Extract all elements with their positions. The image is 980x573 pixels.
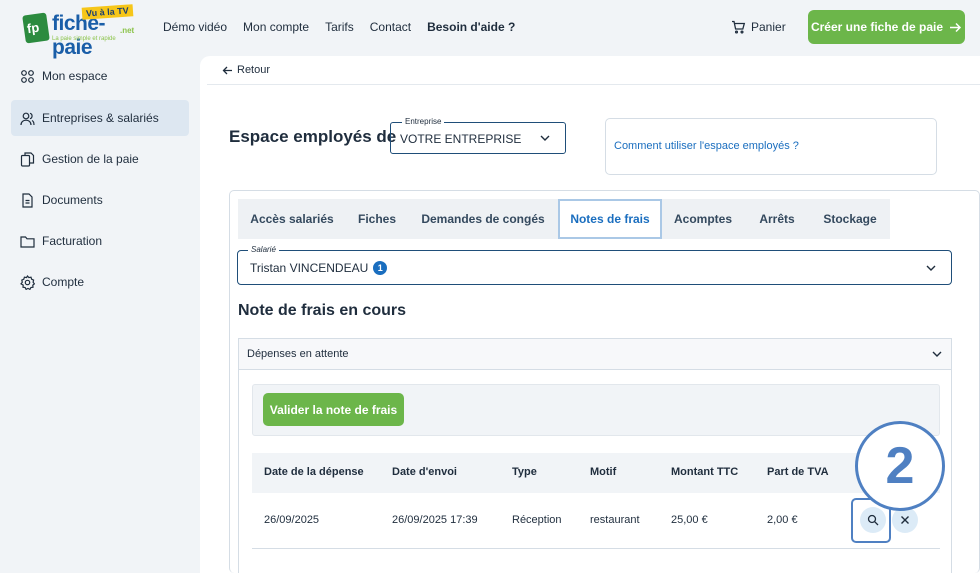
fiche-paie-logo[interactable]: fp fiche-paie Vu à la TV .net La paie si… bbox=[22, 4, 142, 59]
cell-date-envoi: 26/09/2025 17:39 bbox=[392, 514, 478, 526]
tab-bar: Accès salariés Fiches Demandes de congés… bbox=[238, 199, 890, 239]
sidebar-item-label: Mon espace bbox=[42, 69, 108, 83]
help-link[interactable]: Comment utiliser l'espace employés ? bbox=[614, 140, 799, 152]
logo-tagline: La paie simple et rapide bbox=[52, 36, 116, 42]
sidebar-item-gestion-paie[interactable]: Gestion de la paie bbox=[11, 141, 189, 177]
back-link[interactable]: Retour bbox=[222, 64, 270, 76]
chevron-down-icon bbox=[932, 351, 942, 357]
sidebar-item-facturation[interactable]: Facturation bbox=[11, 223, 189, 259]
grid-icon bbox=[21, 69, 34, 83]
col-part-tva: Part de TVA bbox=[767, 466, 829, 478]
folder-icon bbox=[20, 235, 35, 248]
users-icon bbox=[20, 112, 35, 125]
enterprise-select-label: Entreprise bbox=[402, 117, 445, 126]
col-type: Type bbox=[512, 466, 537, 478]
chevron-down-icon bbox=[540, 135, 550, 141]
help-box: Comment utiliser l'espace employés ? bbox=[605, 118, 937, 175]
create-payslip-button[interactable]: Créer une fiche de paie bbox=[808, 10, 965, 44]
logo-net-text: .net bbox=[120, 26, 135, 35]
sidebar: Mon espace Entreprises & salariés Gestio… bbox=[0, 56, 200, 573]
create-payslip-label: Créer une fiche de paie bbox=[810, 20, 944, 34]
sidebar-item-label: Compte bbox=[42, 275, 85, 289]
sidebar-item-label: Facturation bbox=[42, 234, 103, 248]
sidebar-item-label: Documents bbox=[42, 193, 103, 207]
gear-icon bbox=[20, 274, 35, 290]
enterprise-select-value: VOTRE ENTREPRISE bbox=[400, 132, 522, 146]
divider bbox=[207, 84, 980, 85]
sidebar-item-label: Entreprises & salariés bbox=[42, 111, 159, 125]
close-icon bbox=[901, 516, 909, 524]
sidebar-item-entreprises-salaries[interactable]: Entreprises & salariés bbox=[11, 100, 189, 136]
cell-part-tva: 2,00 € bbox=[767, 514, 798, 526]
cart-icon bbox=[732, 20, 746, 34]
employee-select-label: Salarié bbox=[248, 245, 279, 254]
validate-expense-button[interactable]: Valider la note de frais bbox=[263, 393, 404, 426]
sidebar-item-documents[interactable]: Documents bbox=[11, 182, 189, 218]
main-nav: Démo vidéo Mon compte Tarifs Contact Bes… bbox=[163, 20, 515, 34]
employee-count-badge: 1 bbox=[373, 261, 388, 275]
col-date-envoi: Date d'envoi bbox=[392, 466, 457, 478]
cell-date-depense: 26/09/2025 bbox=[264, 514, 320, 526]
sidebar-item-label: Gestion de la paie bbox=[42, 152, 139, 166]
cell-montant-ttc: 25,00 € bbox=[671, 514, 708, 526]
validate-box: Valider la note de frais bbox=[252, 384, 940, 436]
table-header: Date de la dépense Date d'envoi Type Mot… bbox=[252, 453, 940, 493]
nav-mon-compte[interactable]: Mon compte bbox=[243, 20, 309, 34]
accordion-title: Dépenses en attente bbox=[247, 348, 349, 360]
chevron-down-icon bbox=[926, 265, 936, 271]
tab-fiches[interactable]: Fiches bbox=[346, 199, 408, 239]
main-content: Retour Espace employés de Entreprise VOT… bbox=[200, 56, 980, 573]
section-title: Note de frais en cours bbox=[238, 302, 407, 319]
col-date-depense: Date de la dépense bbox=[264, 466, 364, 478]
tab-arrets[interactable]: Arrêts bbox=[744, 199, 810, 239]
page-title: Espace employés de bbox=[229, 127, 397, 146]
cell-motif: restaurant bbox=[590, 514, 640, 526]
nav-tarifs[interactable]: Tarifs bbox=[325, 20, 354, 34]
tab-notes-de-frais[interactable]: Notes de frais bbox=[558, 199, 662, 239]
col-motif: Motif bbox=[590, 466, 617, 478]
enterprise-select[interactable]: Entreprise VOTRE ENTREPRISE bbox=[390, 117, 566, 154]
arrow-right-icon bbox=[950, 22, 962, 32]
nav-demo-video[interactable]: Démo vidéo bbox=[163, 20, 227, 34]
sidebar-item-compte[interactable]: Compte bbox=[11, 264, 189, 300]
tab-acomptes[interactable]: Acomptes bbox=[662, 199, 744, 239]
cart-link[interactable]: Panier bbox=[731, 20, 786, 34]
back-label: Retour bbox=[237, 64, 271, 76]
pending-expenses-accordion: Dépenses en attente Valider la note de f… bbox=[238, 338, 952, 573]
document-copy-icon bbox=[20, 151, 35, 167]
col-montant-ttc: Montant TTC bbox=[671, 466, 739, 478]
tab-stockage[interactable]: Stockage bbox=[810, 199, 890, 239]
tab-acces-salaries[interactable]: Accès salariés bbox=[238, 199, 346, 239]
employee-name: Tristan VINCENDEAU bbox=[250, 261, 369, 275]
sidebar-item-mon-espace[interactable]: Mon espace bbox=[11, 58, 189, 94]
accordion-header[interactable]: Dépenses en attente bbox=[239, 339, 951, 370]
nav-contact[interactable]: Contact bbox=[370, 20, 411, 34]
document-icon bbox=[22, 192, 33, 208]
cell-type: Réception bbox=[512, 514, 562, 526]
employee-select[interactable]: Salarié Tristan VINCENDEAU 1 bbox=[237, 245, 952, 285]
tab-demandes-conges[interactable]: Demandes de congés bbox=[408, 199, 558, 239]
arrow-left-icon bbox=[222, 66, 232, 74]
nav-besoin-aide[interactable]: Besoin d'aide ? bbox=[427, 20, 515, 34]
table-row: 26/09/2025 26/09/2025 17:39 Réception re… bbox=[252, 493, 940, 549]
top-header: fp fiche-paie Vu à la TV .net La paie si… bbox=[0, 0, 980, 59]
employee-select-value: Tristan VINCENDEAU 1 bbox=[250, 261, 388, 275]
step-number-badge: 2 bbox=[855, 421, 945, 511]
cart-label: Panier bbox=[751, 20, 786, 34]
fp-logo-mark: fp bbox=[22, 12, 50, 44]
